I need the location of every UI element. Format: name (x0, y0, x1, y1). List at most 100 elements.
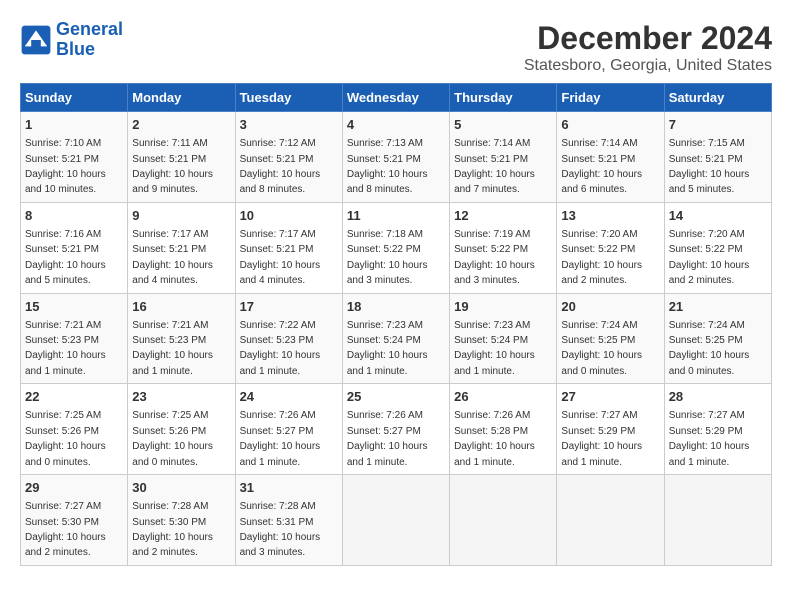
logo: General Blue (20, 20, 123, 60)
calendar-cell: 16 Sunrise: 7:21 AM Sunset: 5:23 PM Dayl… (128, 293, 235, 384)
day-number: 30 (132, 479, 230, 497)
calendar-cell: 3 Sunrise: 7:12 AM Sunset: 5:21 PM Dayli… (235, 112, 342, 203)
calendar-cell: 12 Sunrise: 7:19 AM Sunset: 5:22 PM Dayl… (450, 202, 557, 293)
day-number: 26 (454, 388, 552, 406)
day-info: Sunrise: 7:27 AM Sunset: 5:29 PM Dayligh… (669, 410, 750, 467)
calendar-cell: 28 Sunrise: 7:27 AM Sunset: 5:29 PM Dayl… (664, 384, 771, 475)
calendar-cell: 6 Sunrise: 7:14 AM Sunset: 5:21 PM Dayli… (557, 112, 664, 203)
logo-line1: General (56, 19, 123, 39)
day-number: 27 (561, 388, 659, 406)
day-info: Sunrise: 7:26 AM Sunset: 5:27 PM Dayligh… (347, 410, 428, 467)
day-info: Sunrise: 7:20 AM Sunset: 5:22 PM Dayligh… (561, 229, 642, 286)
calendar-cell (557, 475, 664, 566)
calendar-cell: 26 Sunrise: 7:26 AM Sunset: 5:28 PM Dayl… (450, 384, 557, 475)
day-info: Sunrise: 7:25 AM Sunset: 5:26 PM Dayligh… (132, 410, 213, 467)
day-info: Sunrise: 7:10 AM Sunset: 5:21 PM Dayligh… (25, 138, 106, 195)
day-number: 22 (25, 388, 123, 406)
day-info: Sunrise: 7:22 AM Sunset: 5:23 PM Dayligh… (240, 320, 321, 377)
day-number: 7 (669, 116, 767, 134)
header: General Blue December 2024 Statesboro, G… (20, 20, 772, 75)
day-number: 9 (132, 207, 230, 225)
calendar-cell: 2 Sunrise: 7:11 AM Sunset: 5:21 PM Dayli… (128, 112, 235, 203)
logo-line2: Blue (56, 39, 95, 59)
day-info: Sunrise: 7:16 AM Sunset: 5:21 PM Dayligh… (25, 229, 106, 286)
calendar-cell: 25 Sunrise: 7:26 AM Sunset: 5:27 PM Dayl… (342, 384, 449, 475)
calendar-cell: 15 Sunrise: 7:21 AM Sunset: 5:23 PM Dayl… (21, 293, 128, 384)
calendar-cell: 14 Sunrise: 7:20 AM Sunset: 5:22 PM Dayl… (664, 202, 771, 293)
logo-text: General Blue (56, 20, 123, 60)
day-number: 5 (454, 116, 552, 134)
calendar-cell: 20 Sunrise: 7:24 AM Sunset: 5:25 PM Dayl… (557, 293, 664, 384)
calendar-cell: 13 Sunrise: 7:20 AM Sunset: 5:22 PM Dayl… (557, 202, 664, 293)
day-info: Sunrise: 7:20 AM Sunset: 5:22 PM Dayligh… (669, 229, 750, 286)
day-info: Sunrise: 7:28 AM Sunset: 5:30 PM Dayligh… (132, 501, 213, 558)
calendar-cell: 17 Sunrise: 7:22 AM Sunset: 5:23 PM Dayl… (235, 293, 342, 384)
calendar-cell: 21 Sunrise: 7:24 AM Sunset: 5:25 PM Dayl… (664, 293, 771, 384)
day-info: Sunrise: 7:14 AM Sunset: 5:21 PM Dayligh… (561, 138, 642, 195)
weekday-header-thursday: Thursday (450, 84, 557, 112)
day-number: 20 (561, 298, 659, 316)
day-number: 23 (132, 388, 230, 406)
day-info: Sunrise: 7:21 AM Sunset: 5:23 PM Dayligh… (25, 320, 106, 377)
day-number: 14 (669, 207, 767, 225)
day-info: Sunrise: 7:27 AM Sunset: 5:29 PM Dayligh… (561, 410, 642, 467)
calendar-cell: 1 Sunrise: 7:10 AM Sunset: 5:21 PM Dayli… (21, 112, 128, 203)
calendar-cell: 31 Sunrise: 7:28 AM Sunset: 5:31 PM Dayl… (235, 475, 342, 566)
weekday-header-sunday: Sunday (21, 84, 128, 112)
day-info: Sunrise: 7:17 AM Sunset: 5:21 PM Dayligh… (132, 229, 213, 286)
day-info: Sunrise: 7:28 AM Sunset: 5:31 PM Dayligh… (240, 501, 321, 558)
calendar-cell: 4 Sunrise: 7:13 AM Sunset: 5:21 PM Dayli… (342, 112, 449, 203)
logo-icon (20, 24, 52, 56)
day-number: 12 (454, 207, 552, 225)
day-number: 18 (347, 298, 445, 316)
calendar-cell (664, 475, 771, 566)
day-info: Sunrise: 7:27 AM Sunset: 5:30 PM Dayligh… (25, 501, 106, 558)
day-info: Sunrise: 7:19 AM Sunset: 5:22 PM Dayligh… (454, 229, 535, 286)
calendar-cell: 30 Sunrise: 7:28 AM Sunset: 5:30 PM Dayl… (128, 475, 235, 566)
calendar-cell: 29 Sunrise: 7:27 AM Sunset: 5:30 PM Dayl… (21, 475, 128, 566)
calendar-cell: 24 Sunrise: 7:26 AM Sunset: 5:27 PM Dayl… (235, 384, 342, 475)
calendar-cell: 8 Sunrise: 7:16 AM Sunset: 5:21 PM Dayli… (21, 202, 128, 293)
day-info: Sunrise: 7:11 AM Sunset: 5:21 PM Dayligh… (132, 138, 213, 195)
day-number: 31 (240, 479, 338, 497)
day-info: Sunrise: 7:25 AM Sunset: 5:26 PM Dayligh… (25, 410, 106, 467)
page-subtitle: Statesboro, Georgia, United States (524, 57, 772, 75)
day-number: 1 (25, 116, 123, 134)
day-number: 16 (132, 298, 230, 316)
day-info: Sunrise: 7:18 AM Sunset: 5:22 PM Dayligh… (347, 229, 428, 286)
day-number: 4 (347, 116, 445, 134)
day-number: 28 (669, 388, 767, 406)
calendar-cell: 18 Sunrise: 7:23 AM Sunset: 5:24 PM Dayl… (342, 293, 449, 384)
day-info: Sunrise: 7:17 AM Sunset: 5:21 PM Dayligh… (240, 229, 321, 286)
day-info: Sunrise: 7:23 AM Sunset: 5:24 PM Dayligh… (454, 320, 535, 377)
day-info: Sunrise: 7:13 AM Sunset: 5:21 PM Dayligh… (347, 138, 428, 195)
day-number: 6 (561, 116, 659, 134)
day-info: Sunrise: 7:21 AM Sunset: 5:23 PM Dayligh… (132, 320, 213, 377)
calendar-cell: 7 Sunrise: 7:15 AM Sunset: 5:21 PM Dayli… (664, 112, 771, 203)
day-number: 11 (347, 207, 445, 225)
day-info: Sunrise: 7:23 AM Sunset: 5:24 PM Dayligh… (347, 320, 428, 377)
day-info: Sunrise: 7:24 AM Sunset: 5:25 PM Dayligh… (561, 320, 642, 377)
day-info: Sunrise: 7:14 AM Sunset: 5:21 PM Dayligh… (454, 138, 535, 195)
day-number: 15 (25, 298, 123, 316)
calendar: SundayMondayTuesdayWednesdayThursdayFrid… (20, 83, 772, 566)
calendar-header: SundayMondayTuesdayWednesdayThursdayFrid… (21, 84, 772, 112)
calendar-cell: 9 Sunrise: 7:17 AM Sunset: 5:21 PM Dayli… (128, 202, 235, 293)
weekday-header-friday: Friday (557, 84, 664, 112)
day-number: 10 (240, 207, 338, 225)
calendar-cell: 23 Sunrise: 7:25 AM Sunset: 5:26 PM Dayl… (128, 384, 235, 475)
day-info: Sunrise: 7:26 AM Sunset: 5:28 PM Dayligh… (454, 410, 535, 467)
day-info: Sunrise: 7:15 AM Sunset: 5:21 PM Dayligh… (669, 138, 750, 195)
day-number: 19 (454, 298, 552, 316)
day-number: 24 (240, 388, 338, 406)
calendar-cell (450, 475, 557, 566)
day-number: 17 (240, 298, 338, 316)
calendar-cell: 5 Sunrise: 7:14 AM Sunset: 5:21 PM Dayli… (450, 112, 557, 203)
calendar-cell: 27 Sunrise: 7:27 AM Sunset: 5:29 PM Dayl… (557, 384, 664, 475)
day-number: 25 (347, 388, 445, 406)
calendar-cell: 11 Sunrise: 7:18 AM Sunset: 5:22 PM Dayl… (342, 202, 449, 293)
calendar-cell: 22 Sunrise: 7:25 AM Sunset: 5:26 PM Dayl… (21, 384, 128, 475)
day-number: 13 (561, 207, 659, 225)
day-number: 2 (132, 116, 230, 134)
title-area: December 2024 Statesboro, Georgia, Unite… (524, 20, 772, 75)
